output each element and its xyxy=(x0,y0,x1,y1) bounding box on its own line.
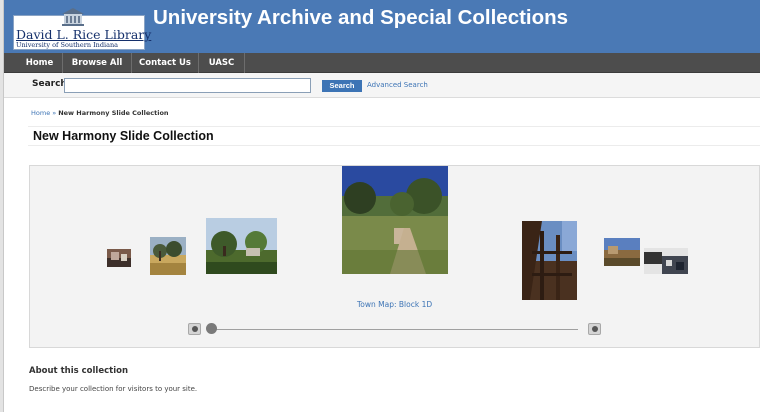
nav-contact-us[interactable]: Contact Us xyxy=(132,53,199,73)
scrollbar-handle[interactable] xyxy=(206,323,217,334)
arrow-right-icon xyxy=(592,326,598,332)
breadcrumb: Home» New Harmony Slide Collection xyxy=(31,109,169,117)
search-bar: Search Search Advanced Search xyxy=(4,73,760,98)
page-title-bar: New Harmony Slide Collection xyxy=(28,126,760,146)
coverflow-thumbnail[interactable] xyxy=(644,248,688,274)
search-input[interactable] xyxy=(64,78,311,93)
library-building-icon xyxy=(62,8,84,26)
site-header: David L. Rice Library University of Sout… xyxy=(4,0,760,53)
coverflow-thumbnail[interactable] xyxy=(522,221,577,300)
library-name: David L. Rice Library xyxy=(16,27,152,42)
nav-home[interactable]: Home xyxy=(17,53,63,73)
coverflow-thumbnail[interactable] xyxy=(206,218,277,274)
arrow-left-icon xyxy=(192,326,198,332)
breadcrumb-separator: » xyxy=(52,109,57,117)
scroll-left-button[interactable] xyxy=(188,323,201,335)
breadcrumb-current: New Harmony Slide Collection xyxy=(58,109,169,117)
search-button[interactable]: Search xyxy=(322,80,362,92)
main-nav: Home Browse All Contact Us UASC xyxy=(4,53,760,73)
about-heading: About this collection xyxy=(29,366,128,376)
coverflow-featured-image[interactable] xyxy=(342,166,448,274)
nav-uasc[interactable]: UASC xyxy=(199,53,245,73)
breadcrumb-home-link[interactable]: Home xyxy=(31,109,50,117)
image-coverflow: Town Map: Block 1D xyxy=(29,165,760,348)
coverflow-thumbnail[interactable] xyxy=(604,238,640,266)
site-title[interactable]: University Archive and Special Collectio… xyxy=(153,6,568,30)
nav-browse-all[interactable]: Browse All xyxy=(63,53,132,73)
about-text: Describe your collection for visitors to… xyxy=(29,385,198,393)
advanced-search-link[interactable]: Advanced Search xyxy=(367,81,428,89)
library-subtitle: University of Southern Indiana xyxy=(16,41,119,49)
coverflow-thumbnail[interactable] xyxy=(150,237,186,275)
search-label: Search xyxy=(32,79,67,89)
scrollbar-track[interactable] xyxy=(210,329,578,330)
coverflow-caption[interactable]: Town Map: Block 1D xyxy=(357,300,432,309)
library-logo[interactable]: David L. Rice Library University of Sout… xyxy=(13,8,151,50)
page-title: New Harmony Slide Collection xyxy=(33,129,214,143)
coverflow-thumbnail[interactable] xyxy=(107,249,131,267)
scroll-right-button[interactable] xyxy=(588,323,601,335)
